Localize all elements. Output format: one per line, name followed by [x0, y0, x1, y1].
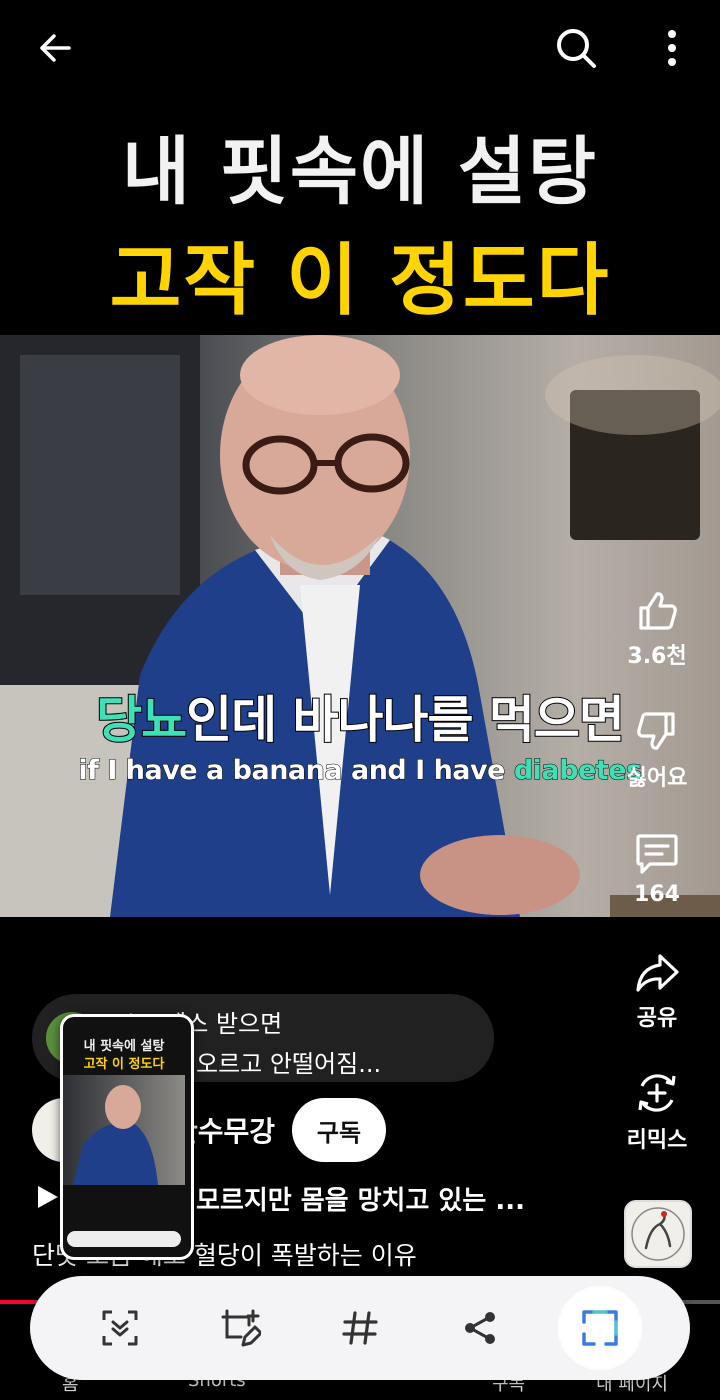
video-player[interactable]: 당뇨인데 바나나를 먹으면 if I have a banana and I h… [0, 335, 720, 917]
comment-count: 164 [634, 882, 680, 907]
search-button[interactable] [548, 20, 604, 76]
description-line1[interactable]: 모르지만 몸을 망치고 있는 ... [196, 1180, 525, 1217]
preview-title1: 내 핏속에 설탕 [83, 1039, 165, 1054]
smart-select-button[interactable] [558, 1286, 642, 1370]
comments-button[interactable]: 164 [615, 830, 699, 907]
remix-icon [638, 1074, 676, 1112]
search-icon [557, 29, 596, 68]
like-button[interactable]: 3.6천 [615, 588, 699, 670]
subtitle-english: if I have a banana and I have diabetes [0, 755, 720, 787]
thumbs-up-icon [639, 592, 677, 630]
more-vertical-icon [668, 30, 676, 66]
edit-button[interactable] [210, 1298, 270, 1358]
progress-bar-fill [0, 1300, 36, 1304]
screenshot-toolbar [30, 1276, 690, 1380]
comment-teaser-line2: 오르고 안떨어짐... [196, 1050, 382, 1078]
subtitle-korean: 당뇨인데 바나나를 먹으면 [0, 680, 720, 752]
hashtag-icon [342, 1311, 378, 1345]
scroll-capture-button[interactable] [90, 1298, 150, 1358]
comment-icon [636, 834, 678, 874]
preview-video [63, 1075, 185, 1185]
subtitle-english-plain: if I have a banana and I have [78, 755, 514, 787]
remix-button[interactable]: 리믹스 [615, 1070, 699, 1154]
video-title-line1: 내 핏속에 설탕 [121, 129, 598, 215]
play-icon [36, 1184, 60, 1214]
back-button[interactable] [27, 20, 83, 76]
video-frame-image [0, 335, 720, 917]
subtitle-korean-rest: 인데 바나나를 먹으면 [185, 690, 626, 750]
scroll-capture-icon [102, 1310, 138, 1346]
crane-logo-icon [631, 1207, 685, 1261]
share-button[interactable]: 공유 [615, 952, 699, 1032]
sound-thumbnail[interactable] [624, 1200, 692, 1268]
smart-select-icon [582, 1310, 618, 1346]
tag-button[interactable] [330, 1298, 390, 1358]
screenshot-preview[interactable]: 내 핏속에 설탕 고작 이 정도다 [60, 1014, 194, 1260]
like-count: 3.6천 [627, 644, 687, 669]
share-nodes-icon [465, 1312, 495, 1344]
thumbs-down-icon [637, 712, 675, 750]
share-label: 공유 [636, 1006, 678, 1031]
more-options-button[interactable] [644, 20, 700, 76]
preview-title2: 고작 이 정도다 [83, 1057, 165, 1072]
video-title-line2: 고작 이 정도다 [109, 236, 611, 326]
subtitle-korean-highlight: 당뇨 [95, 690, 188, 750]
subscribe-button[interactable]: 구독 [292, 1098, 386, 1162]
share-screenshot-button[interactable] [450, 1298, 510, 1358]
dislike-label: 싫어요 [626, 766, 688, 791]
share-arrow-icon [636, 954, 679, 992]
arrow-left-icon [40, 34, 71, 62]
dislike-button[interactable]: 싫어요 [615, 710, 699, 792]
preview-bottom-bar [67, 1231, 181, 1247]
remix-label: 리믹스 [626, 1128, 688, 1153]
crop-edit-icon [221, 1309, 261, 1347]
